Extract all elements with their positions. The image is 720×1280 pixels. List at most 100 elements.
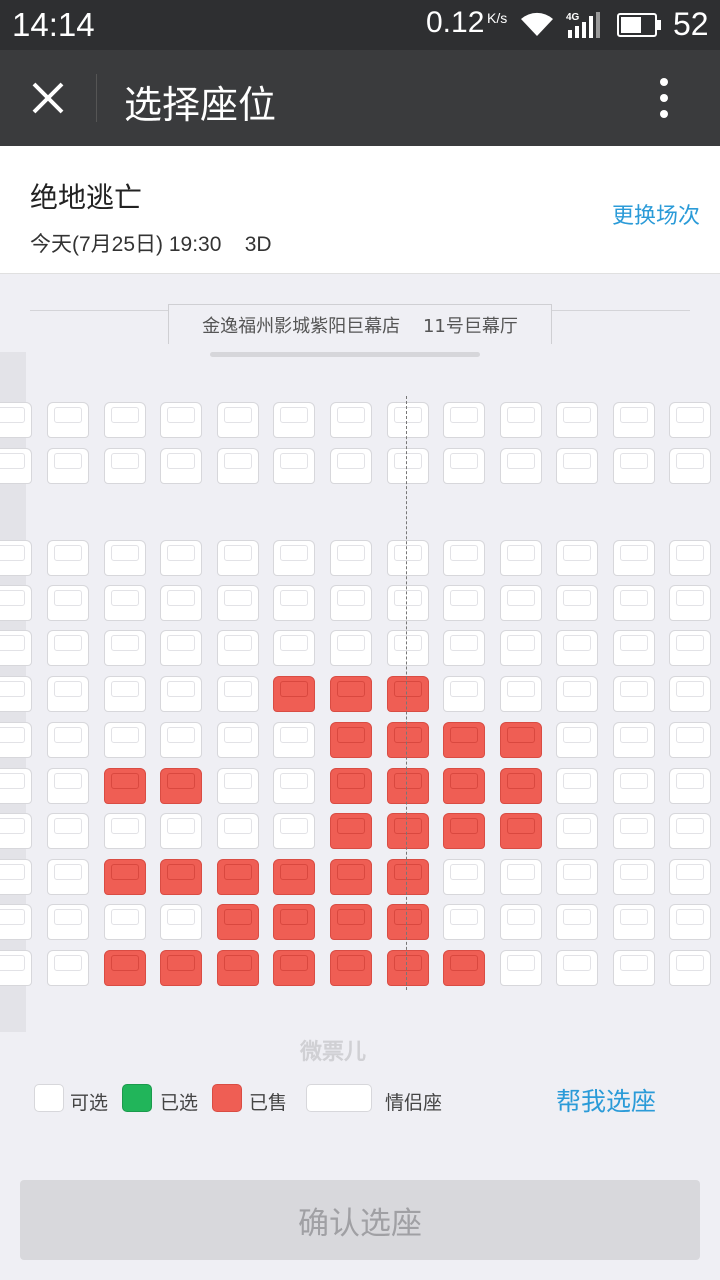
seat-available[interactable] (669, 402, 711, 438)
seat-available[interactable] (104, 904, 146, 940)
seat-available[interactable] (613, 722, 655, 758)
seat-available[interactable] (0, 402, 32, 438)
seat-available[interactable] (104, 676, 146, 712)
seat-available[interactable] (500, 540, 542, 576)
seat-available[interactable] (330, 448, 372, 484)
seat-available[interactable] (500, 904, 542, 940)
seat-available[interactable] (104, 540, 146, 576)
seat-available[interactable] (0, 630, 32, 666)
seat-available[interactable] (217, 402, 259, 438)
seat-available[interactable] (273, 402, 315, 438)
seat-available[interactable] (443, 585, 485, 621)
seat-available[interactable] (160, 540, 202, 576)
seat-available[interactable] (47, 585, 89, 621)
seat-available[interactable] (217, 768, 259, 804)
seat-available[interactable] (443, 904, 485, 940)
seat-available[interactable] (160, 676, 202, 712)
seat-available[interactable] (104, 448, 146, 484)
seat-available[interactable] (669, 448, 711, 484)
seat-available[interactable] (613, 859, 655, 895)
seat-available[interactable] (217, 448, 259, 484)
seat-available[interactable] (500, 676, 542, 712)
seat-available[interactable] (613, 676, 655, 712)
seat-available[interactable] (273, 630, 315, 666)
seat-available[interactable] (443, 676, 485, 712)
seat-available[interactable] (669, 630, 711, 666)
change-showtime-button[interactable]: 更换场次 (612, 198, 700, 230)
seat-available[interactable] (556, 540, 598, 576)
seat-available[interactable] (556, 904, 598, 940)
seat-available[interactable] (0, 585, 32, 621)
seat-available[interactable] (47, 950, 89, 986)
seat-available[interactable] (217, 722, 259, 758)
seat-available[interactable] (160, 585, 202, 621)
seat-available[interactable] (613, 813, 655, 849)
seat-available[interactable] (160, 448, 202, 484)
seat-available[interactable] (669, 859, 711, 895)
seat-available[interactable] (613, 448, 655, 484)
seat-available[interactable] (104, 813, 146, 849)
seat-available[interactable] (500, 630, 542, 666)
seat-available[interactable] (217, 813, 259, 849)
seat-available[interactable] (330, 630, 372, 666)
seat-available[interactable] (669, 585, 711, 621)
seat-available[interactable] (387, 630, 429, 666)
seat-available[interactable] (217, 630, 259, 666)
seat-available[interactable] (217, 540, 259, 576)
seat-available[interactable] (47, 448, 89, 484)
seat-available[interactable] (330, 402, 372, 438)
seat-available[interactable] (387, 402, 429, 438)
seat-available[interactable] (443, 448, 485, 484)
seat-available[interactable] (47, 859, 89, 895)
seat-available[interactable] (669, 813, 711, 849)
seat-available[interactable] (500, 859, 542, 895)
seat-available[interactable] (217, 676, 259, 712)
seat-available[interactable] (669, 722, 711, 758)
seat-available[interactable] (47, 630, 89, 666)
seat-available[interactable] (104, 585, 146, 621)
seat-available[interactable] (104, 630, 146, 666)
seat-available[interactable] (104, 402, 146, 438)
seat-available[interactable] (160, 813, 202, 849)
seat-available[interactable] (556, 722, 598, 758)
seat-available[interactable] (0, 859, 32, 895)
seat-available[interactable] (47, 676, 89, 712)
seat-available[interactable] (160, 722, 202, 758)
seat-available[interactable] (669, 540, 711, 576)
seat-available[interactable] (330, 540, 372, 576)
seat-available[interactable] (669, 950, 711, 986)
seat-available[interactable] (500, 448, 542, 484)
seat-available[interactable] (387, 585, 429, 621)
seat-available[interactable] (0, 676, 32, 712)
seat-available[interactable] (0, 540, 32, 576)
seat-available[interactable] (47, 904, 89, 940)
seat-available[interactable] (104, 722, 146, 758)
close-button[interactable] (22, 72, 74, 124)
seat-available[interactable] (273, 540, 315, 576)
seat-available[interactable] (556, 448, 598, 484)
seat-available[interactable] (500, 585, 542, 621)
seat-available[interactable] (160, 630, 202, 666)
seat-available[interactable] (443, 859, 485, 895)
seat-available[interactable] (669, 904, 711, 940)
seat-available[interactable] (273, 722, 315, 758)
seat-available[interactable] (273, 448, 315, 484)
seat-available[interactable] (0, 950, 32, 986)
seat-available[interactable] (669, 676, 711, 712)
help-select-seat-button[interactable]: 帮我选座 (556, 1082, 656, 1118)
seat-available[interactable] (443, 540, 485, 576)
seat-available[interactable] (613, 585, 655, 621)
seat-available[interactable] (500, 402, 542, 438)
seat-available[interactable] (556, 402, 598, 438)
seat-available[interactable] (0, 813, 32, 849)
seat-available[interactable] (556, 859, 598, 895)
seat-available[interactable] (669, 768, 711, 804)
seat-available[interactable] (613, 904, 655, 940)
seat-available[interactable] (273, 813, 315, 849)
seat-available[interactable] (0, 768, 32, 804)
seat-available[interactable] (613, 630, 655, 666)
confirm-seat-button[interactable]: 确认选座 (20, 1180, 700, 1260)
seat-available[interactable] (160, 402, 202, 438)
seat-available[interactable] (273, 585, 315, 621)
seat-available[interactable] (47, 402, 89, 438)
